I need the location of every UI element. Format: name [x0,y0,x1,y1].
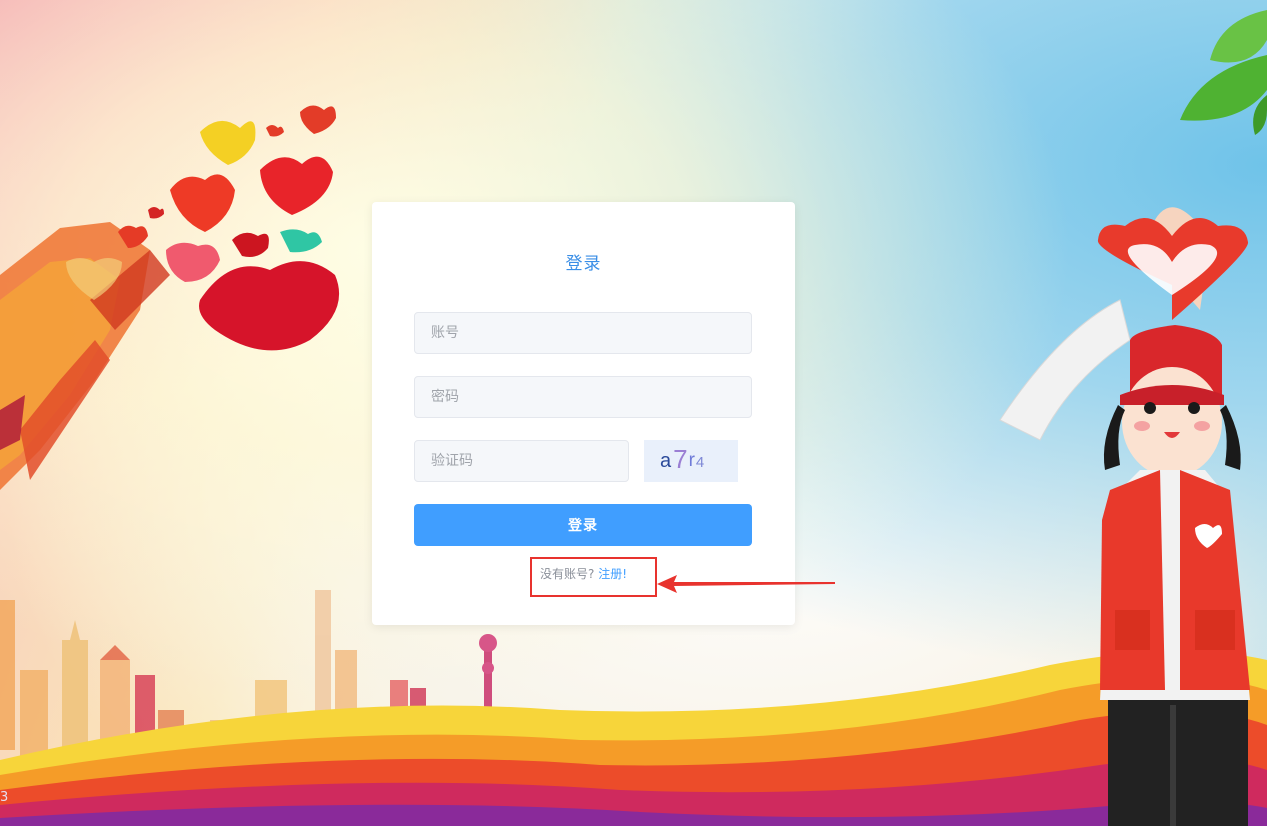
captcha-image[interactable]: a 7 r 4 [644,440,738,482]
captcha-char: a [660,449,672,472]
annotation-arrow [657,575,835,593]
account-input[interactable] [414,312,752,354]
password-input[interactable] [414,376,752,418]
rainbow-wave [0,651,1267,826]
corner-mark: 3 [0,790,9,805]
captcha-char: 4 [695,453,705,471]
captcha-char: r [688,450,695,471]
login-page: 登录 a 7 r 4 登录 没有账号? 注册! 3 [0,0,1267,826]
login-button[interactable]: 登录 [414,504,752,546]
login-title: 登录 [565,254,602,274]
captcha-input[interactable] [414,440,629,482]
captcha-char: 7 [673,443,688,474]
hands-hearts-decoration [0,105,340,490]
leaves-decoration [1180,10,1267,135]
annotation-highlight-box [530,557,657,597]
